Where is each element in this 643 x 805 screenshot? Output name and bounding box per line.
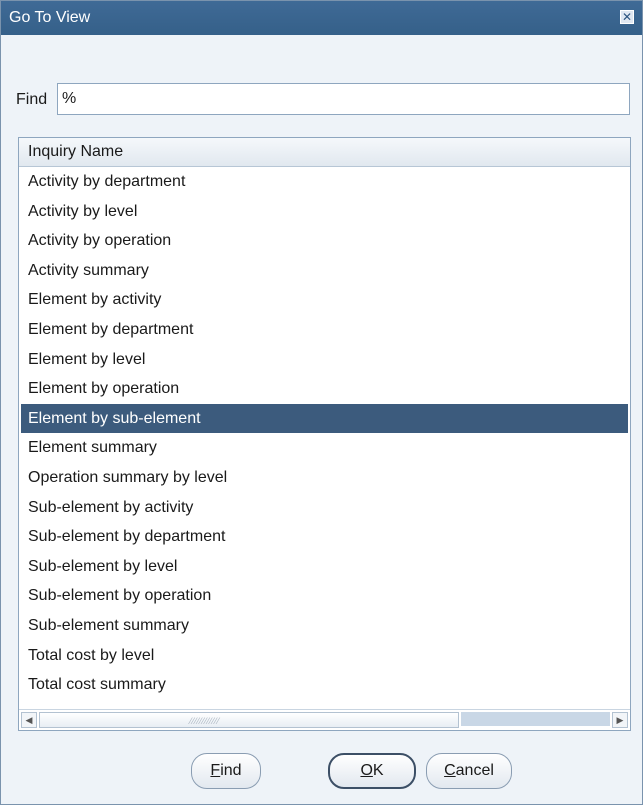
list-item[interactable]: Sub-element summary	[19, 611, 630, 641]
list-item[interactable]: Activity by operation	[19, 226, 630, 256]
inquiry-rows: Activity by department Activity by level A…	[19, 167, 630, 700]
dialog-title: Go To View	[9, 9, 91, 26]
list-item[interactable]: Element summary	[19, 433, 630, 463]
cancel-button-label: ancel	[455, 762, 494, 779]
ok-button-label: K	[372, 762, 384, 779]
list-item[interactable]: Element by department	[19, 315, 630, 345]
find-button[interactable]: Find	[191, 753, 261, 789]
list-item[interactable]: Sub-element by operation	[19, 581, 630, 611]
list-item[interactable]: Operation summary by level	[19, 463, 630, 493]
list-item[interactable]: Activity summary	[19, 256, 630, 286]
title-bar: Go To View ✕	[1, 1, 642, 35]
column-header-inquiry-name[interactable]: Inquiry Name	[19, 138, 630, 167]
ok-button-mnemonic: O	[360, 762, 373, 779]
scroll-right-icon[interactable]: ▶	[612, 712, 628, 728]
close-icon[interactable]: ✕	[620, 10, 634, 24]
list-item-selected[interactable]: Element by sub-element	[21, 403, 628, 434]
find-button-label: ind	[220, 762, 242, 779]
ok-button[interactable]: OK	[328, 753, 416, 789]
list-item[interactable]: Element by operation	[19, 374, 630, 404]
list-item[interactable]: Sub-element by level	[19, 552, 630, 582]
scrollbar-track[interactable]	[461, 712, 610, 726]
list-item[interactable]: Total cost by level	[19, 641, 630, 671]
list-item[interactable]: Sub-element by activity	[19, 493, 630, 523]
horizontal-scrollbar[interactable]: ◀ ⁄⁄⁄⁄⁄⁄⁄⁄⁄⁄⁄⁄ ▶	[19, 709, 630, 730]
list-item[interactable]: Element by level	[19, 345, 630, 375]
inquiry-list: Inquiry Name Activity by department Activ…	[18, 137, 631, 731]
scroll-left-icon[interactable]: ◀	[21, 712, 37, 728]
list-item[interactable]: Total cost summary	[19, 670, 630, 700]
find-label: Find	[16, 91, 48, 108]
find-button-mnemonic: F	[210, 762, 221, 779]
list-item[interactable]: Sub-element by department	[19, 522, 630, 552]
scrollbar-thumb[interactable]: ⁄⁄⁄⁄⁄⁄⁄⁄⁄⁄⁄⁄	[39, 712, 459, 728]
find-input[interactable]	[57, 83, 630, 115]
list-item[interactable]: Element by activity	[19, 285, 630, 315]
list-item[interactable]: Activity by department	[19, 167, 630, 197]
cancel-button[interactable]: Cancel	[426, 753, 512, 789]
go-to-view-dialog: Go To View ✕ Find Inquiry Name Activity …	[0, 0, 643, 805]
cancel-button-mnemonic: C	[444, 762, 456, 779]
grip-icon: ⁄⁄⁄⁄⁄⁄⁄⁄⁄⁄⁄⁄	[190, 716, 221, 726]
list-item[interactable]: Activity by level	[19, 197, 630, 227]
